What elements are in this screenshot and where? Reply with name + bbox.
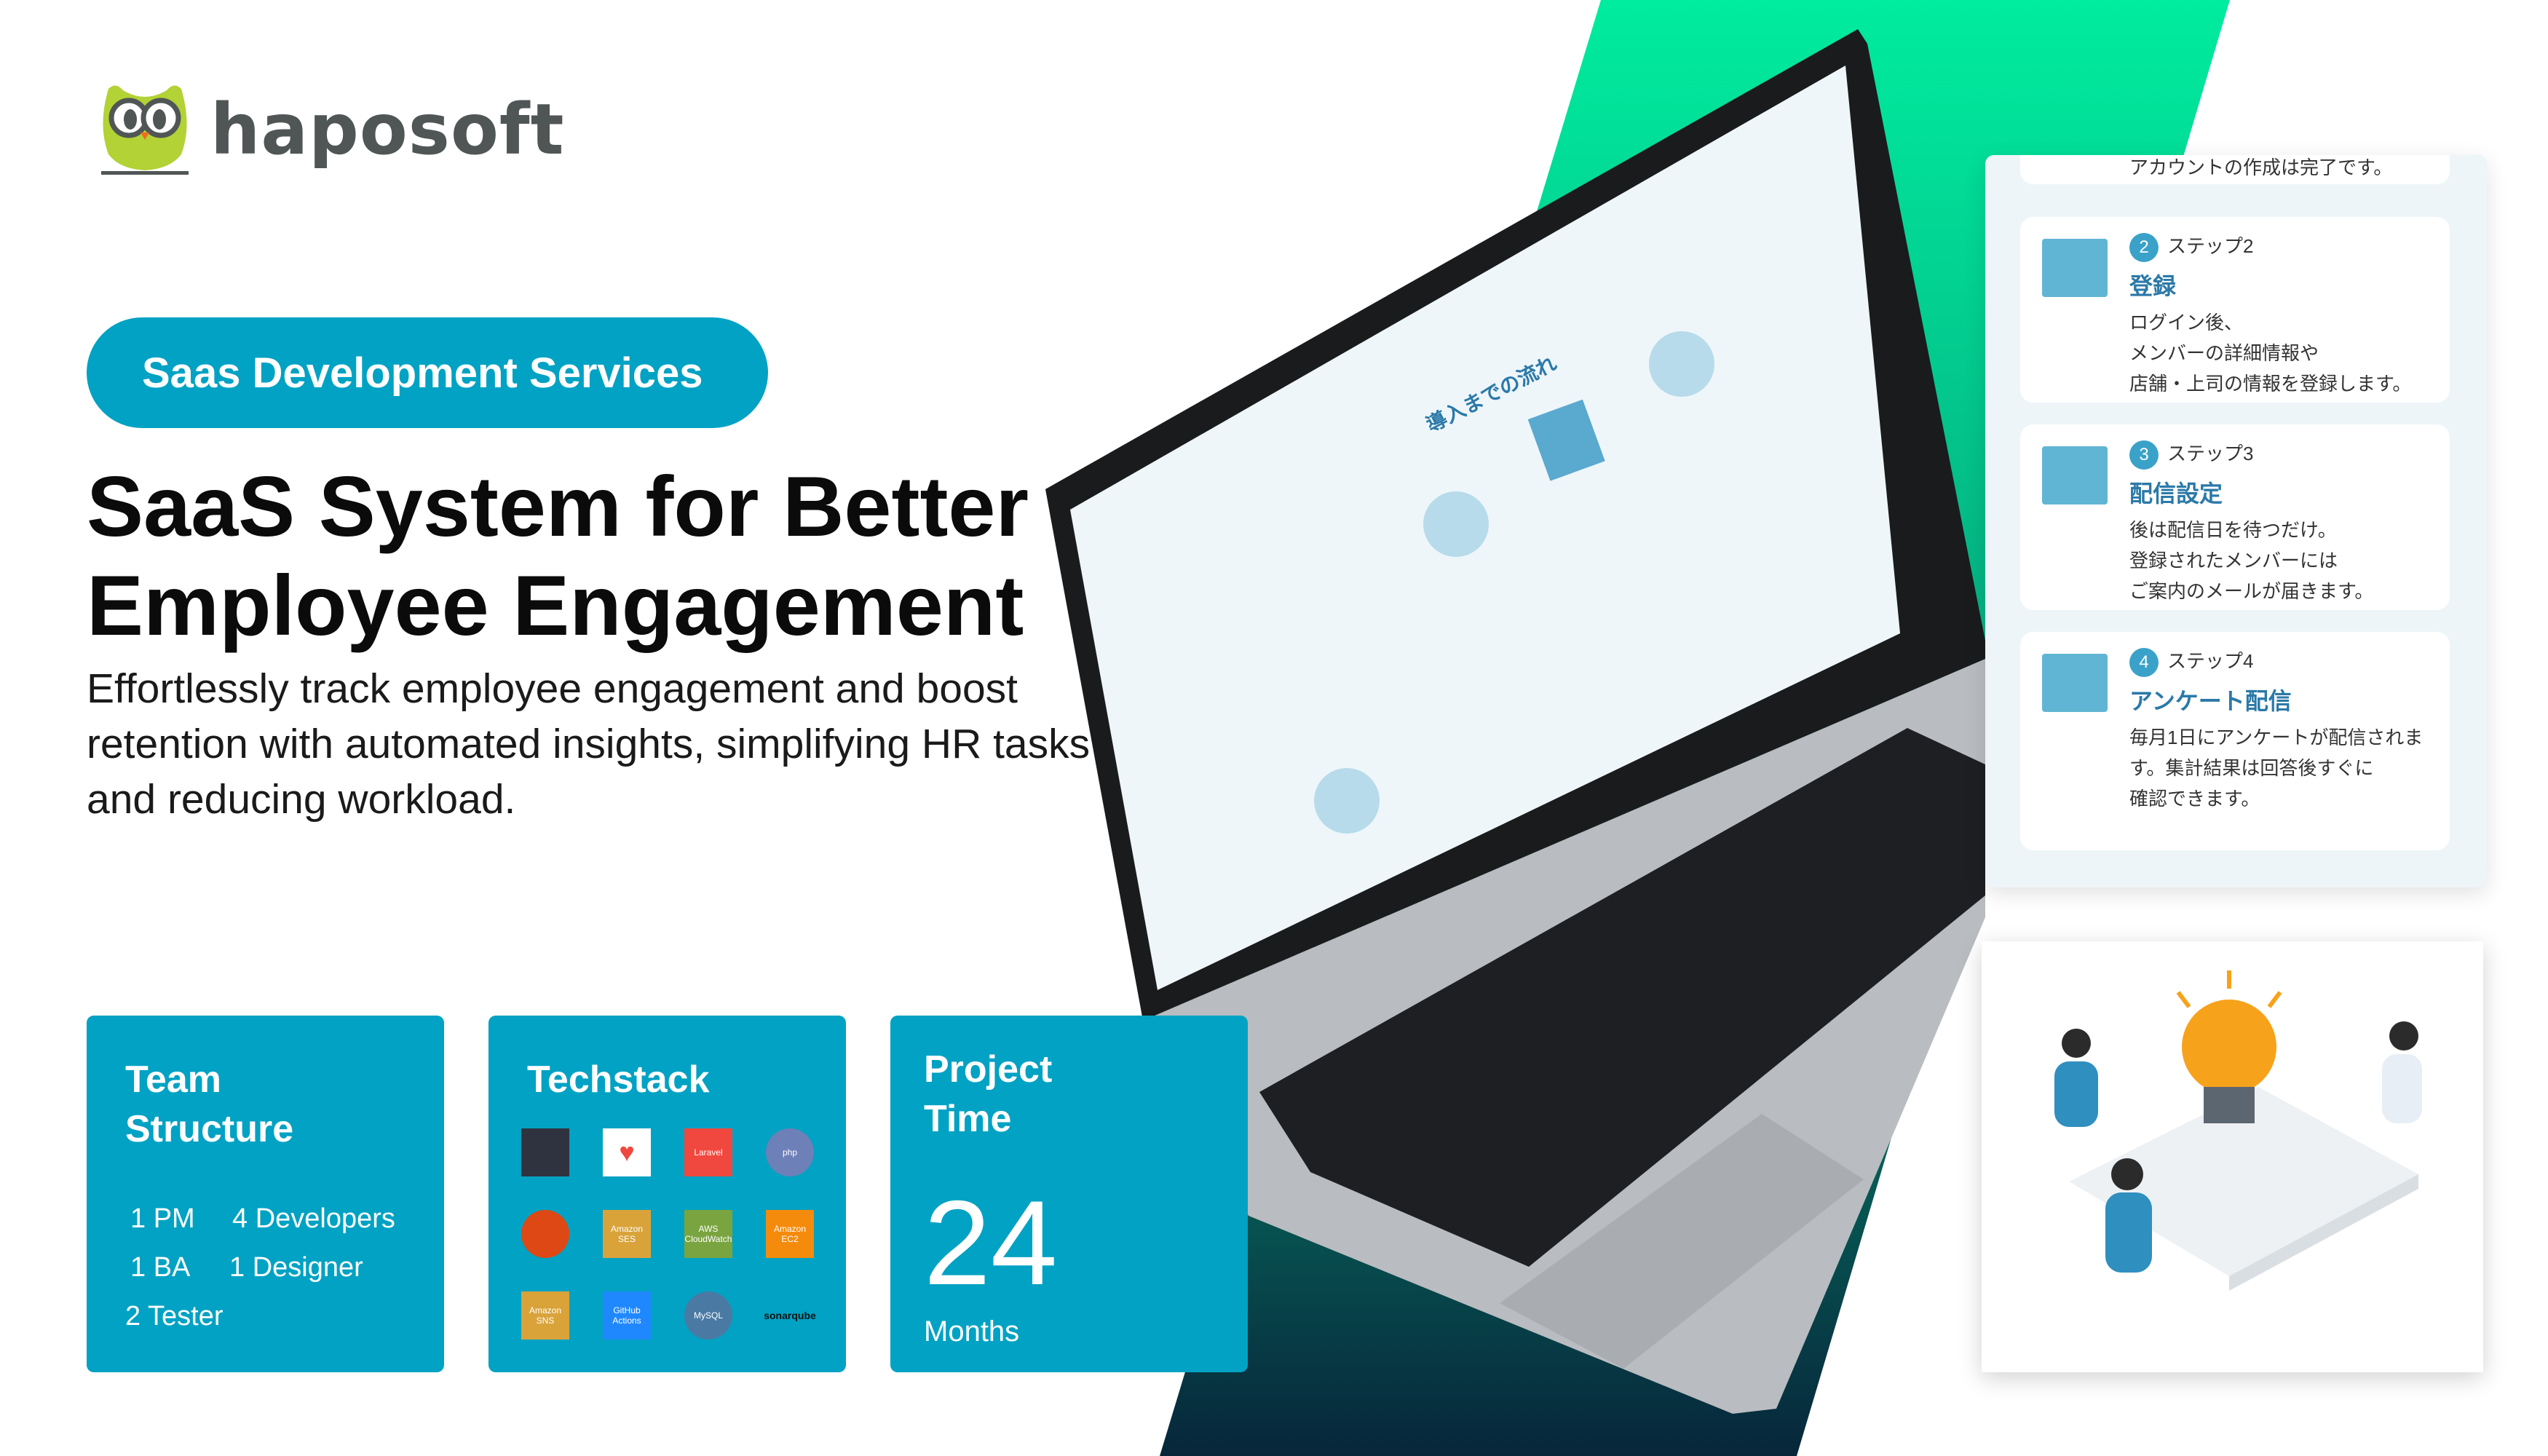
step-text: 後は配信日を待つだけ。 登録されたメンバーには ご案内のメールが届きます。 — [2129, 519, 2374, 602]
project-time-card: Project Time 24 Months — [890, 1016, 1248, 1372]
dark-logo-icon — [521, 1128, 569, 1176]
sonarqube-icon: sonarqube — [764, 1291, 816, 1340]
page-title: SaaS System for Better Employee Engageme… — [87, 457, 1106, 655]
step-text: 毎月1日にアンケートが配信されま す。集計結果は回答後すぐに 確認できます。 — [2129, 727, 2424, 810]
team-role: 4 Developers — [232, 1203, 395, 1234]
hero-description: Effortlessly track employee engagement a… — [87, 665, 1091, 823]
step-number-badge: 4 — [2129, 648, 2159, 677]
team-role: 2 Tester — [125, 1301, 223, 1332]
techstack-card: Techstack ♥ Laravel php Amazon SES AWS Cloud… — [488, 1016, 846, 1372]
amazon-sns-icon: Amazon SNS — [521, 1291, 569, 1340]
team-role: 1 BA — [130, 1252, 191, 1283]
aws-cloudwatch-icon: AWS CloudWatch — [684, 1210, 732, 1258]
laravel-icon: Laravel — [684, 1128, 732, 1176]
card-title: Project Time — [924, 1048, 1053, 1140]
project-duration-value: 24 — [924, 1176, 1058, 1310]
service-badge: Saas Development Services — [87, 317, 768, 428]
amazon-ses-icon: Amazon SES — [603, 1210, 651, 1258]
step-title: アンケート配信 — [2129, 688, 2292, 714]
haposoft-logo[interactable]: haposoft — [101, 82, 564, 180]
project-duration-unit: Months — [924, 1315, 1020, 1348]
card-title: Techstack — [527, 1059, 710, 1101]
logo-wordmark: haposoft — [210, 89, 565, 170]
step-title: 登録 — [2129, 273, 2177, 299]
step-icon — [2042, 239, 2108, 297]
steps-panel: アカウントの作成は完了です。 2 ステップ2 登録ログイン後、 メンバーの詳細情報や… — [1985, 155, 2487, 887]
step-label: ステップ2 — [2167, 235, 2254, 257]
amazon-ec2-icon: Amazon EC2 — [766, 1210, 814, 1258]
step-card-3: 3 ステップ3 配信設定後は配信日を待つだけ。 登録されたメンバーには ご案内のメー… — [2020, 424, 2450, 610]
card-title: Team Structure — [125, 1059, 294, 1150]
mysql-icon: MySQL — [684, 1291, 732, 1340]
step-number-badge: 2 — [2129, 233, 2159, 262]
step-icon — [2042, 654, 2108, 712]
title-line-2: Employee Engagement — [87, 558, 1024, 653]
github-actions-icon: GitHub Actions — [603, 1291, 651, 1340]
team-role: 1 PM — [130, 1203, 195, 1234]
step-card-1: アカウントの作成は完了です。 — [2020, 155, 2450, 184]
step-card-2: 2 ステップ2 登録ログイン後、 メンバーの詳細情報や 店舗・上司の情報を登録します… — [2020, 217, 2450, 403]
step-title: 配信設定 — [2129, 480, 2223, 507]
title-line-1: SaaS System for Better — [87, 459, 1029, 554]
step-label: ステップ3 — [2167, 443, 2254, 464]
step-number-badge: 3 — [2129, 440, 2159, 470]
heart-logo-icon: ♥ — [603, 1128, 651, 1176]
team-meeting-illustration — [1982, 941, 2483, 1372]
step-text: ログイン後、 メンバーの詳細情報や 店舗・上司の情報を登録します。 — [2129, 312, 2412, 395]
step-icon — [2042, 446, 2108, 505]
team-structure-card: Team Structure 1 PM 4 Developers 1 BA 1 D… — [87, 1016, 444, 1372]
php-icon: php — [766, 1128, 814, 1176]
step-label: ステップ4 — [2167, 650, 2254, 672]
team-role: 1 Designer — [229, 1252, 363, 1283]
lightbulb-meeting-icon — [2054, 970, 2422, 1291]
owl-logo-icon — [101, 85, 189, 175]
ubuntu-icon — [521, 1210, 569, 1258]
step-card-4: 4 ステップ4 アンケート配信毎月1日にアンケートが配信されま す。集計結果は回答後… — [2020, 632, 2450, 850]
